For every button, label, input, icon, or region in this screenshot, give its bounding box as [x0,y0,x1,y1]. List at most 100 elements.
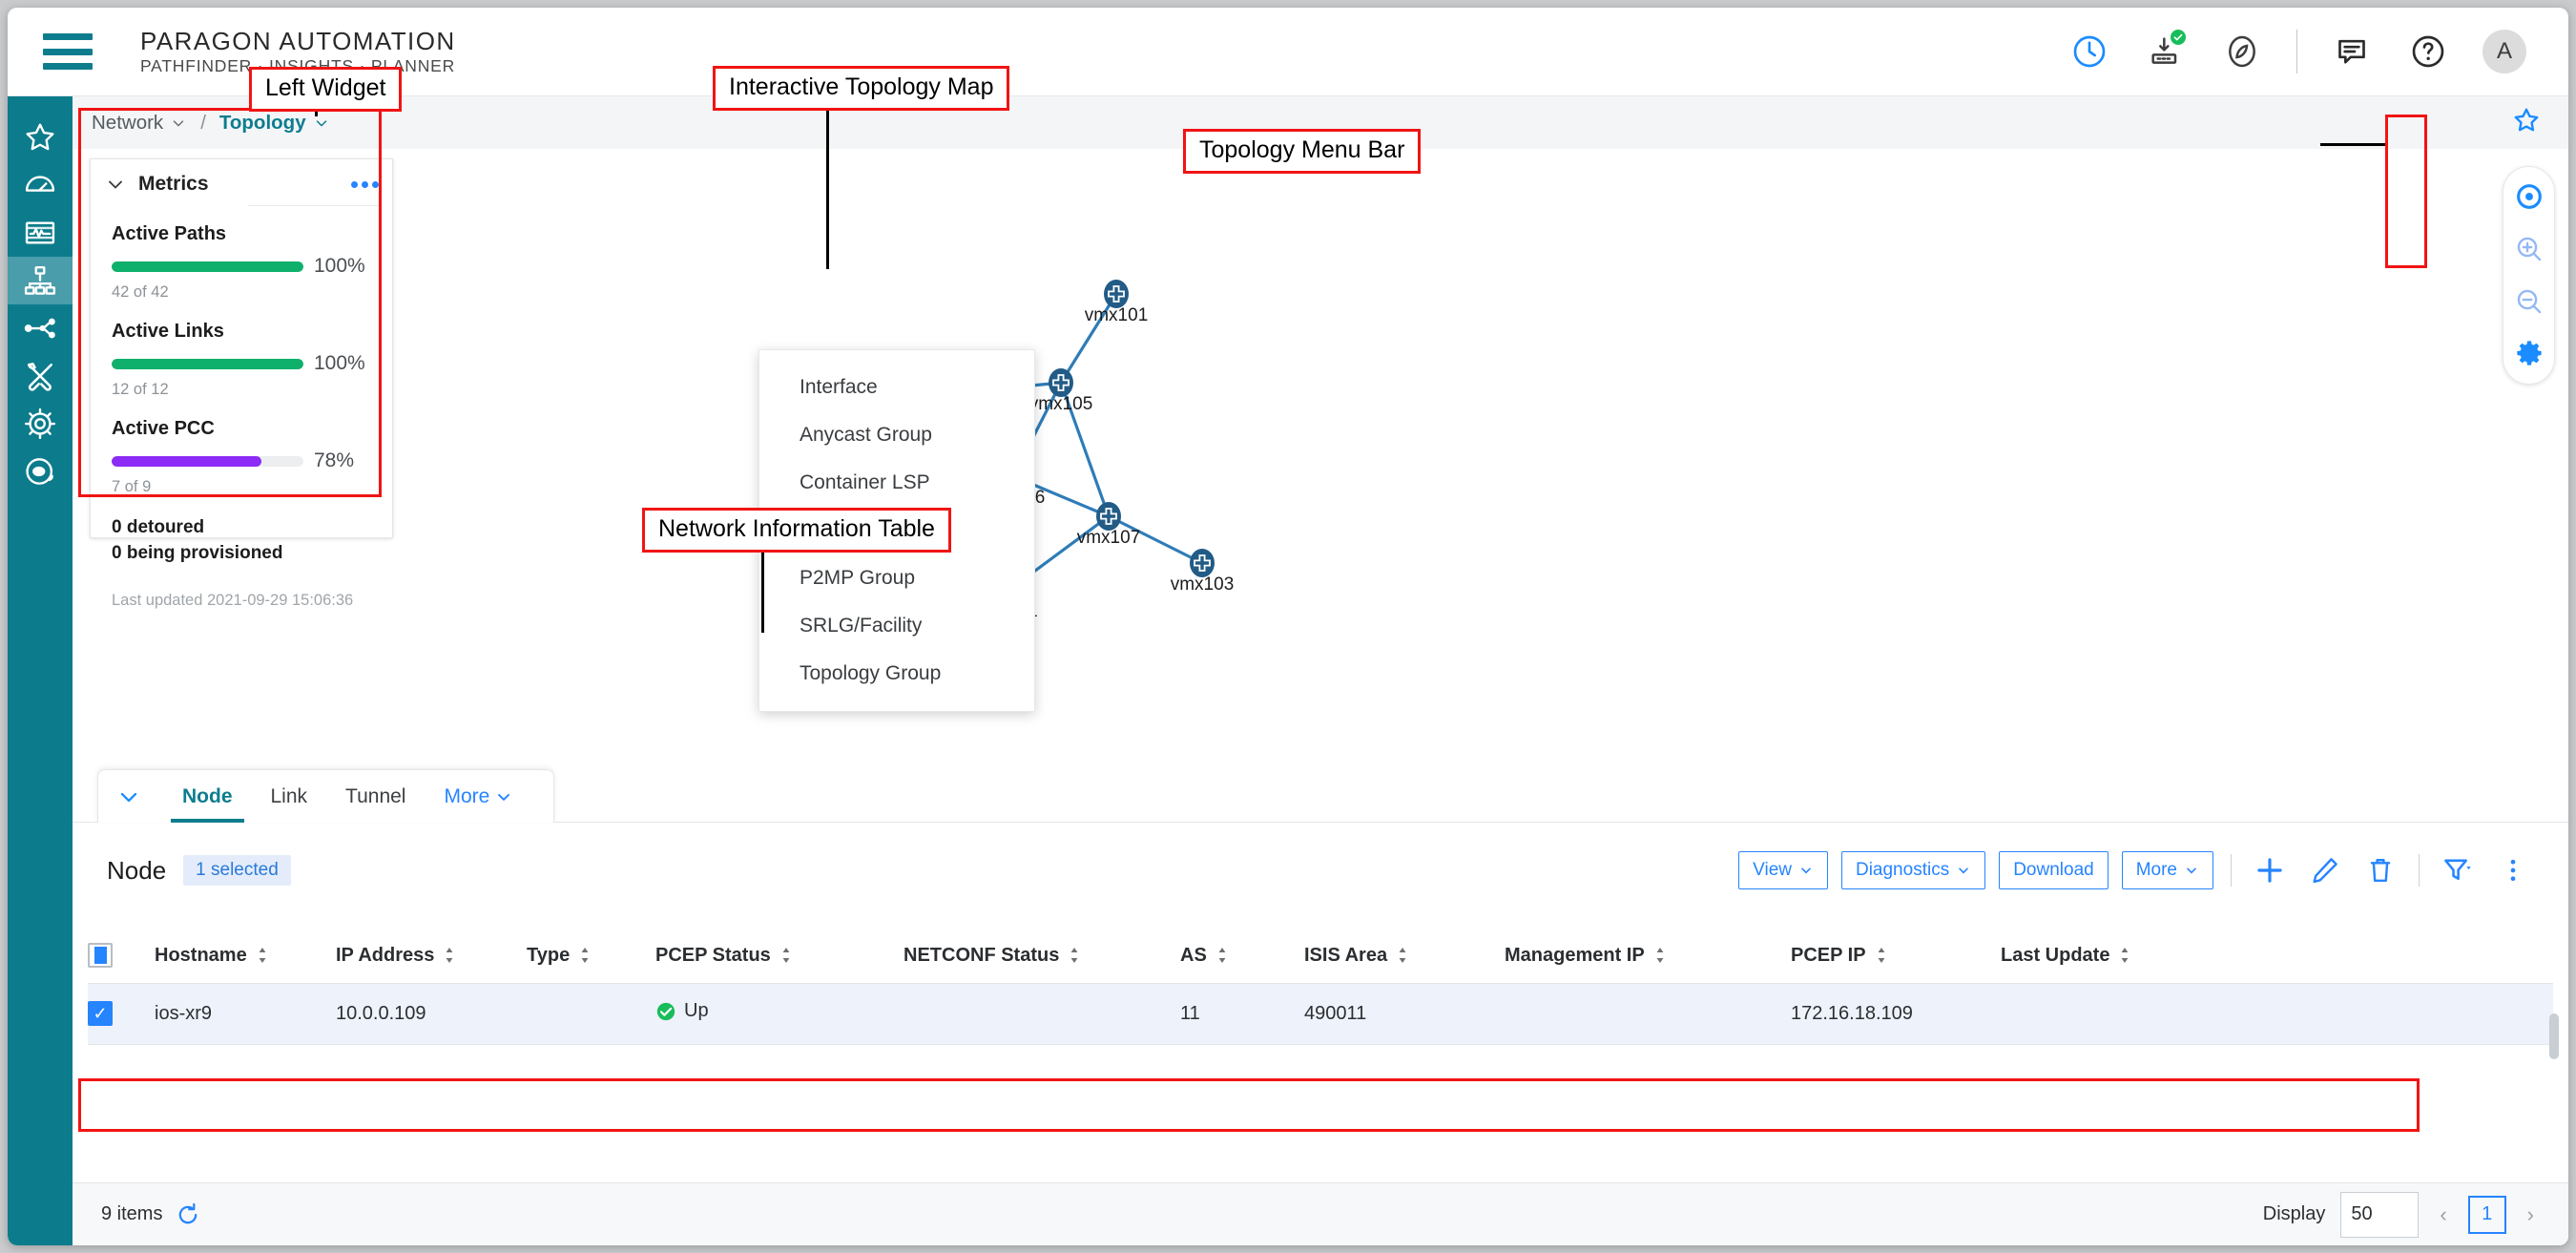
delete-icon[interactable] [2359,851,2401,889]
column-netconf-status[interactable]: NETCONF Status [904,928,1180,984]
target-icon[interactable] [2512,179,2546,214]
topology-canvas[interactable]: vmx101vmx102vmx103vmx104vmx105vmx106vmx1… [73,149,2568,1245]
sort-icon [1399,948,1406,963]
row-checkbox[interactable]: ✓ [88,1001,113,1027]
page-next-button[interactable]: › [2522,1202,2540,1227]
node-shape [1049,368,1073,397]
annotation-interactive-topology-map: Interactive Topology Map [713,66,1010,111]
page-prev-button[interactable]: ‹ [2434,1202,2452,1227]
help-icon[interactable] [2406,30,2450,73]
sort-icon [1878,948,1884,963]
overflow-menu-icon[interactable] [2492,851,2534,889]
hamburger-icon[interactable] [43,33,93,70]
row-select-cell[interactable]: ✓ [88,983,155,1045]
sidebar-item-observability[interactable] [8,448,73,495]
sort-icon [782,948,790,963]
leader-line-topology-menu [2320,143,2385,146]
menu-item-anycast-group[interactable]: Anycast Group [759,411,1034,459]
more-dots-icon[interactable] [351,180,379,188]
node-shape [1104,280,1129,308]
column-pcep-status[interactable]: PCEP Status [655,928,904,984]
node-shape [1190,549,1215,577]
column-management-ip[interactable]: Management IP [1505,928,1791,984]
item-count: 9 items [101,1203,163,1224]
download-button[interactable]: Download [1999,851,2109,889]
menu-item-p2mp-group[interactable]: P2MP Group [759,554,1034,602]
column-hostname[interactable]: Hostname [155,928,336,984]
table-tabs: Node Link Tunnel More [97,769,555,823]
chevron-down-icon [1959,867,1969,874]
page-number-1[interactable]: 1 [2467,1195,2506,1234]
star-outline-icon[interactable] [2511,105,2542,140]
filter-icon[interactable] [2437,851,2479,889]
column-as[interactable]: AS [1180,928,1304,984]
sidebar-item-tools[interactable] [8,352,73,400]
view-button[interactable]: View [1738,851,1828,889]
add-icon[interactable] [2249,851,2291,889]
display-count-input[interactable] [2340,1191,2420,1238]
device-download-icon[interactable] [2144,28,2188,73]
diagnostics-button[interactable]: Diagnostics [1840,851,1986,889]
column-type[interactable]: Type [527,928,655,984]
sidebar-item-network-topology[interactable] [8,257,73,304]
sort-icon [259,948,266,963]
select-all-checkbox[interactable] [88,943,113,968]
column-label: Type [527,944,571,966]
metric-subtext: 7 of 9 [112,478,152,495]
diagnostics-button-label: Diagnostics [1855,860,1950,880]
menu-item-container-lsp[interactable]: Container LSP [759,459,1034,507]
sidebar-item-monitoring[interactable] [8,209,73,257]
sidebar-item-traffic-engineering[interactable] [8,304,73,352]
topology-node-vmx105[interactable]: vmx105 [1029,368,1093,414]
metric-subtext: 42 of 42 [112,283,169,301]
column-pcep-ip[interactable]: PCEP IP [1791,928,2001,984]
status-ok-icon [656,1002,675,1020]
metrics-notes: 0 detoured 0 being provisioned [112,515,371,567]
gear-icon[interactable] [2512,337,2546,371]
sidebar-item-favorites[interactable] [8,114,73,161]
column-label: NETCONF Status [904,944,1060,966]
column-ip-address[interactable]: IP Address [336,928,527,984]
menu-item-srlg-facility[interactable]: SRLG/Facility [759,602,1034,650]
column-label: PCEP IP [1791,944,1866,966]
topology-node-vmx107[interactable]: vmx107 [1077,502,1141,548]
chevron-down-icon [173,119,184,126]
breadcrumb-item-topology[interactable]: Topology [219,112,330,135]
chevron-down-icon[interactable] [115,770,142,823]
column-isis-area[interactable]: ISIS Area [1304,928,1505,984]
metric-progress-fill [112,358,303,369]
edit-icon[interactable] [2304,851,2346,889]
metric-percent: 78% [314,449,355,471]
menu-item-interface[interactable]: Interface [759,364,1034,411]
chevron-down-icon[interactable] [104,173,127,196]
refresh-icon[interactable] [175,1201,201,1228]
topology-node-vmx103[interactable]: vmx103 [1171,549,1235,595]
table-title: Node [107,855,167,885]
tab-node[interactable]: Node [163,770,252,823]
topology-node-vmx101[interactable]: vmx101 [1085,280,1149,325]
more-button[interactable]: More [2121,851,2213,889]
table-action-buttons: View Diagnostics Download More [1738,851,2534,889]
tab-tunnel[interactable]: Tunnel [326,770,425,823]
menu-item-topology-group[interactable]: Topology Group [759,650,1034,698]
zoom-out-icon[interactable] [2512,284,2546,319]
rocket-icon[interactable] [2220,30,2264,73]
tab-more[interactable]: More [425,770,532,823]
clock-icon[interactable] [2067,30,2111,73]
cell-type [527,983,655,1045]
tab-link[interactable]: Link [252,770,327,823]
header-divider [2296,30,2297,73]
breadcrumb-separator: / [200,111,206,134]
sidebar-item-administration[interactable] [8,400,73,448]
column-last-update[interactable]: Last Update [2001,928,2553,984]
breadcrumb-item-network[interactable]: Network [92,112,187,135]
table-scrollbar[interactable] [2549,1013,2559,1059]
sidebar-item-dashboard[interactable] [8,161,73,209]
column-label: ISIS Area [1304,944,1388,966]
zoom-in-icon[interactable] [2512,232,2546,266]
table-row[interactable]: ✓ ios-xr9 10.0.0.109 Up 11 490011 172.16… [88,983,2553,1045]
status-text: Up [684,1000,709,1021]
avatar[interactable]: A [2483,30,2526,73]
metrics-widget: Metrics Active Paths 100% 42 of 42 Activ… [90,158,393,609]
chat-icon[interactable] [2330,30,2374,73]
